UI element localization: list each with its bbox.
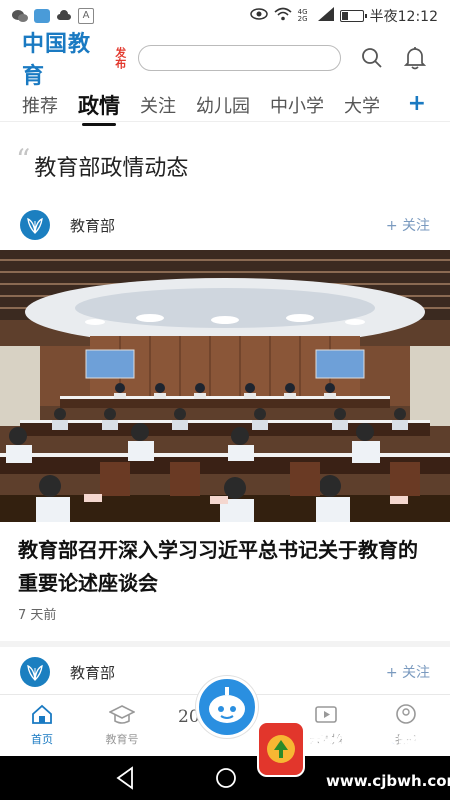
app-logo: 中国教育: [22, 32, 92, 89]
app-header: 中国教育 发布: [0, 32, 450, 89]
status-time: 半夜12:12: [369, 9, 438, 25]
status-right: 4G 2G 半夜12:12: [249, 6, 438, 26]
wifi-icon: [274, 7, 292, 25]
nav-education-label: 教育号: [105, 733, 139, 746]
post-headline[interactable]: 教育部召开深入学习习近平总书记关于教育的重要论述座谈会: [18, 534, 432, 600]
section-header: “ 教育部政情动态: [16, 143, 189, 182]
meeting-photo: [0, 250, 450, 522]
battery-icon: [339, 10, 367, 22]
search-button[interactable]: [359, 45, 385, 71]
wechat-icon: [12, 9, 28, 23]
next-author-avatar[interactable]: [20, 657, 50, 687]
status-left: A: [12, 8, 94, 24]
search-icon: [361, 48, 382, 68]
post-time: 7 天前: [18, 608, 57, 623]
tab-following[interactable]: 关注: [140, 92, 176, 118]
next-follow-button[interactable]: + 关注: [386, 662, 430, 682]
tab-policy[interactable]: 政情: [78, 90, 120, 126]
post-author-row: 教育部 + 关注: [0, 205, 450, 245]
robot-icon: [209, 687, 245, 723]
post-image[interactable]: [0, 250, 450, 522]
bell-icon: [404, 47, 427, 70]
nav-home[interactable]: 首页: [12, 703, 72, 747]
home-circle-icon[interactable]: [214, 766, 238, 790]
signal-icon: [317, 7, 334, 25]
watermark-logo: 超级捧下载站 www.cjbwh.com: [256, 716, 450, 798]
nav-home-label: 首页: [31, 733, 53, 746]
add-tab-button[interactable]: +: [408, 91, 426, 116]
a-icon: A: [78, 8, 94, 24]
cloud-icon: [56, 9, 72, 23]
graduation-cap-icon: [108, 705, 136, 724]
app-logo-sub: 发布: [113, 47, 127, 69]
ministry-logo-icon: [27, 664, 43, 681]
signal-text: 4G 2G: [297, 8, 308, 23]
notification-button[interactable]: [402, 45, 428, 71]
message-icon: [34, 9, 50, 23]
nav-education-account[interactable]: 教育号: [92, 703, 152, 747]
author-avatar[interactable]: [20, 210, 50, 240]
quote-mark: “: [16, 143, 31, 176]
home-icon: [32, 704, 52, 724]
tab-recommend[interactable]: 推荐: [22, 92, 58, 118]
author-name[interactable]: 教育部: [70, 215, 115, 236]
search-input[interactable]: [137, 45, 341, 71]
next-author-name[interactable]: 教育部: [70, 662, 115, 683]
ministry-logo-icon: [27, 217, 43, 234]
watermark-url: www.cjbwh.com: [326, 772, 450, 790]
tab-k12[interactable]: 中小学: [270, 92, 324, 118]
category-tabs: 推荐 政情 关注 幼儿园 中小学 大学 +: [0, 88, 450, 126]
follow-button[interactable]: + 关注: [386, 215, 430, 235]
tab-university[interactable]: 大学: [344, 92, 380, 118]
tab-kindergarten[interactable]: 幼儿园: [196, 92, 250, 118]
watermark-text: 超级捧下载站: [309, 732, 443, 758]
section-title: 教育部政情动态: [34, 156, 189, 181]
robot-assistant-button[interactable]: [196, 676, 258, 738]
eye-icon: [249, 8, 268, 24]
feed-divider: [0, 641, 450, 647]
back-icon[interactable]: [114, 766, 136, 790]
